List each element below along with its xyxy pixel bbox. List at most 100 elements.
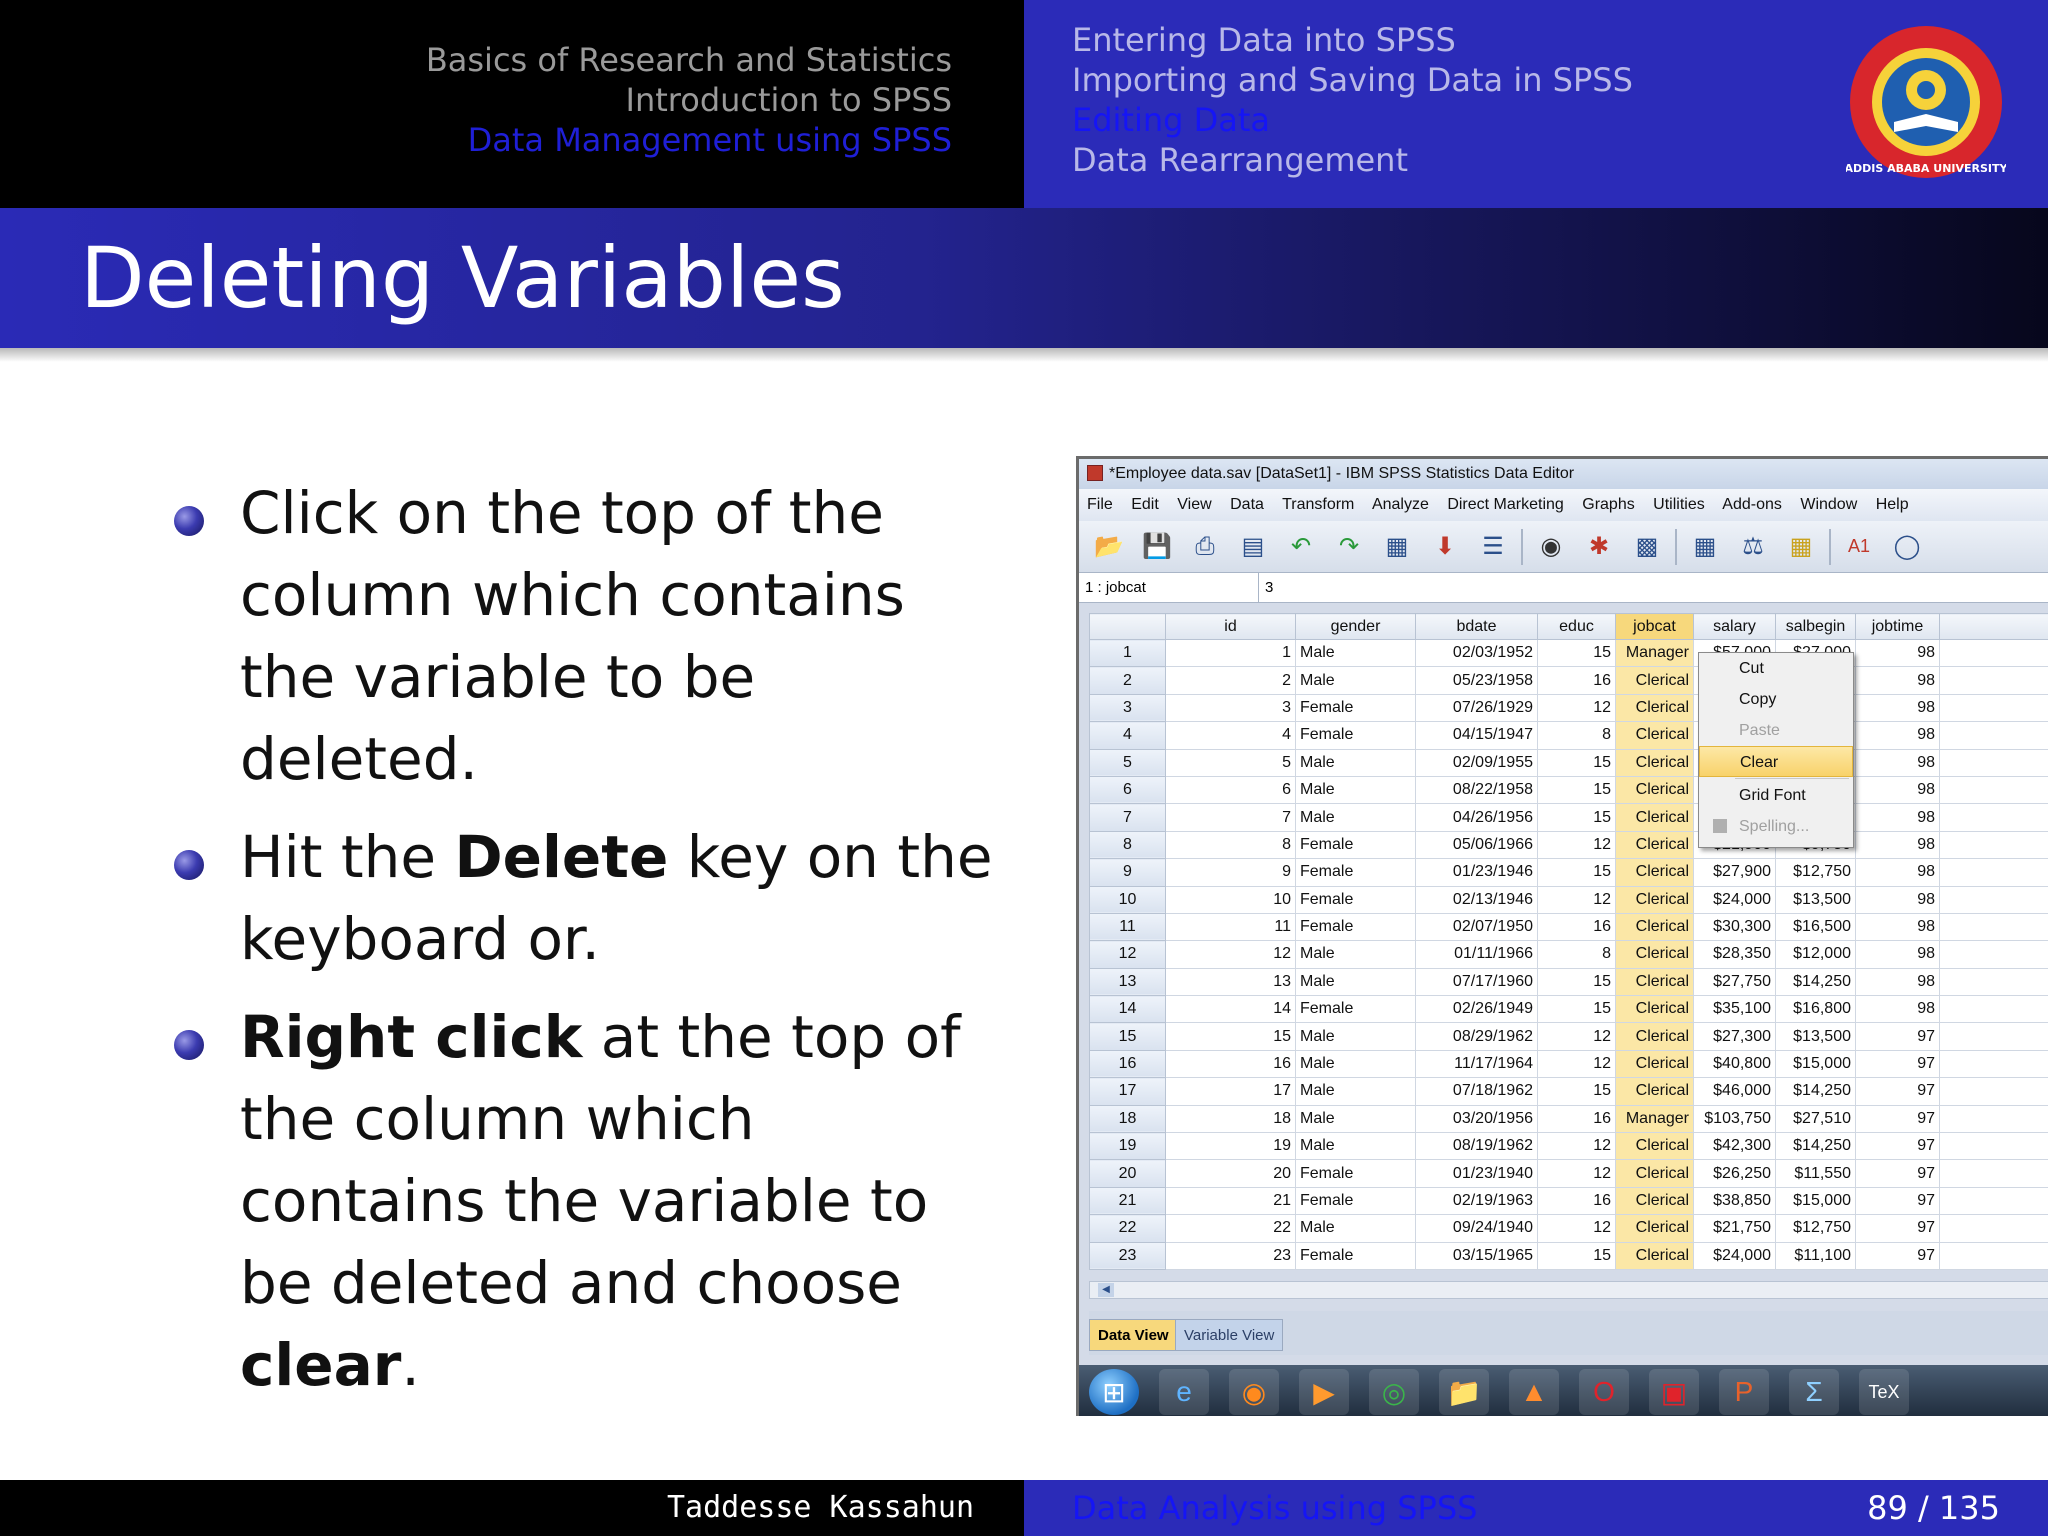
- cell-empty[interactable]: [1939, 967, 2048, 997]
- cell-jobcat[interactable]: Clerical: [1615, 1241, 1694, 1270]
- firefox-icon[interactable]: ◉: [1229, 1369, 1279, 1415]
- cell-bdate[interactable]: 08/29/1962: [1415, 1022, 1538, 1051]
- cell-jobtime[interactable]: 98: [1855, 967, 1940, 997]
- cell-empty[interactable]: [1939, 830, 2048, 860]
- cell-salbegin[interactable]: $16,800: [1775, 995, 1856, 1024]
- cell-id[interactable]: 20: [1165, 1159, 1296, 1188]
- cell-jobcat[interactable]: Clerical: [1615, 995, 1694, 1024]
- cell-empty[interactable]: [1939, 1159, 2048, 1188]
- cell-jobtime[interactable]: 97: [1855, 1049, 1940, 1079]
- cell-gender[interactable]: Female: [1295, 693, 1416, 723]
- cell-educ[interactable]: 12: [1537, 1159, 1616, 1188]
- cell-salary[interactable]: $24,000: [1693, 1241, 1776, 1270]
- cell-bdate[interactable]: 01/23/1946: [1415, 858, 1538, 887]
- cell-jobcat[interactable]: Clerical: [1615, 666, 1694, 695]
- cell-gender[interactable]: Male: [1295, 1049, 1416, 1079]
- context-menu-grid-font[interactable]: Grid Font: [1699, 780, 1853, 811]
- cell-gender[interactable]: Male: [1295, 775, 1416, 805]
- cell-educ[interactable]: 12: [1537, 1049, 1616, 1079]
- menu-view[interactable]: View: [1177, 496, 1211, 513]
- row-number[interactable]: 4: [1089, 721, 1166, 750]
- cell-jobtime[interactable]: 98: [1855, 995, 1940, 1024]
- cell-salbegin[interactable]: $12,750: [1775, 1214, 1856, 1243]
- goto-case-icon[interactable]: ▦: [1377, 527, 1417, 567]
- menu-help[interactable]: Help: [1876, 496, 1909, 513]
- cell-gender[interactable]: Male: [1295, 940, 1416, 969]
- cell-salbegin[interactable]: $15,000: [1775, 1049, 1856, 1079]
- cell-bdate[interactable]: 07/18/1962: [1415, 1077, 1538, 1106]
- cell-salary[interactable]: $103,750: [1693, 1104, 1776, 1134]
- cell-jobcat[interactable]: Manager: [1615, 1104, 1694, 1134]
- column-header-bdate[interactable]: bdate: [1415, 613, 1538, 640]
- tab-variable-view[interactable]: Variable View: [1175, 1319, 1284, 1351]
- cell-educ[interactable]: 12: [1537, 693, 1616, 723]
- cell-id[interactable]: 4: [1165, 721, 1296, 750]
- cell-empty[interactable]: [1939, 721, 2048, 750]
- subsection-nav-item[interactable]: Data Rearrangement: [1072, 140, 1633, 180]
- cell-bdate[interactable]: 11/17/1964: [1415, 1049, 1538, 1079]
- column-header-educ[interactable]: educ: [1537, 613, 1616, 640]
- cell-salbegin[interactable]: $12,000: [1775, 940, 1856, 969]
- open-folder-icon[interactable]: 📂: [1089, 527, 1129, 567]
- cell-bdate[interactable]: 08/22/1958: [1415, 775, 1538, 805]
- cell-id[interactable]: 21: [1165, 1186, 1296, 1216]
- cell-jobcat[interactable]: Clerical: [1615, 1077, 1694, 1106]
- insert-variable-icon[interactable]: ▩: [1627, 527, 1667, 567]
- insert-cases-icon[interactable]: ✱: [1579, 527, 1619, 567]
- row-number[interactable]: 17: [1089, 1077, 1166, 1106]
- row-number[interactable]: 5: [1089, 748, 1166, 777]
- cell-empty[interactable]: [1939, 693, 2048, 723]
- cell-id[interactable]: 2: [1165, 666, 1296, 695]
- cell-educ[interactable]: 15: [1537, 1077, 1616, 1106]
- menu-add-ons[interactable]: Add-ons: [1722, 496, 1782, 513]
- cell-salary[interactable]: $24,000: [1693, 885, 1776, 914]
- opera-icon[interactable]: O: [1579, 1369, 1629, 1415]
- select-cases-icon[interactable]: ▦: [1781, 527, 1821, 567]
- section-nav-item[interactable]: Introduction to SPSS: [426, 80, 952, 120]
- cell-gender[interactable]: Male: [1295, 1022, 1416, 1051]
- cell-salary[interactable]: $38,850: [1693, 1186, 1776, 1216]
- cell-jobtime[interactable]: 97: [1855, 1077, 1940, 1106]
- cell-bdate[interactable]: 01/23/1940: [1415, 1159, 1538, 1188]
- column-header-jobtime[interactable]: jobtime: [1855, 613, 1940, 640]
- print-icon[interactable]: ⎙: [1185, 527, 1225, 567]
- cell-bdate[interactable]: 07/17/1960: [1415, 967, 1538, 997]
- cell-educ[interactable]: 15: [1537, 1241, 1616, 1270]
- cell-gender[interactable]: Female: [1295, 1241, 1416, 1270]
- windows-start-icon[interactable]: ⊞: [1089, 1369, 1139, 1415]
- cell-empty[interactable]: [1939, 940, 2048, 969]
- cell-salary[interactable]: $35,100: [1693, 995, 1776, 1024]
- row-number[interactable]: 3: [1089, 693, 1166, 723]
- chrome-icon[interactable]: ◎: [1369, 1369, 1419, 1415]
- cell-salary[interactable]: $46,000: [1693, 1077, 1776, 1106]
- cell-id[interactable]: 12: [1165, 940, 1296, 969]
- cell-salbegin[interactable]: $14,250: [1775, 967, 1856, 997]
- cell-empty[interactable]: [1939, 666, 2048, 695]
- cell-salary[interactable]: $40,800: [1693, 1049, 1776, 1079]
- use-variable-sets-icon[interactable]: ◯: [1887, 527, 1927, 567]
- cell-jobtime[interactable]: 97: [1855, 1104, 1940, 1134]
- cell-educ[interactable]: 12: [1537, 1022, 1616, 1051]
- column-header-jobcat[interactable]: jobcat: [1615, 613, 1694, 640]
- column-header-salbegin[interactable]: salbegin: [1775, 613, 1856, 640]
- cell-jobcat[interactable]: Clerical: [1615, 940, 1694, 969]
- cell-educ[interactable]: 16: [1537, 912, 1616, 942]
- cell-salbegin[interactable]: $13,500: [1775, 885, 1856, 914]
- cell-gender[interactable]: Male: [1295, 638, 1416, 668]
- cell-jobcat[interactable]: Clerical: [1615, 1132, 1694, 1161]
- cell-salbegin[interactable]: $14,250: [1775, 1077, 1856, 1106]
- powerpoint-icon[interactable]: P: [1719, 1369, 1769, 1415]
- split-file-icon[interactable]: ▦: [1685, 527, 1725, 567]
- cell-id[interactable]: 8: [1165, 830, 1296, 860]
- spss-taskbar-icon[interactable]: Σ: [1789, 1369, 1839, 1415]
- context-menu-copy[interactable]: Copy: [1699, 684, 1853, 715]
- row-number[interactable]: 13: [1089, 967, 1166, 997]
- cell-id[interactable]: 19: [1165, 1132, 1296, 1161]
- cell-gender[interactable]: Male: [1295, 1077, 1416, 1106]
- cell-salary[interactable]: $28,350: [1693, 940, 1776, 969]
- row-number[interactable]: 14: [1089, 995, 1166, 1024]
- cell-gender[interactable]: Male: [1295, 803, 1416, 832]
- row-number[interactable]: 22: [1089, 1214, 1166, 1243]
- cell-bdate[interactable]: 04/15/1947: [1415, 721, 1538, 750]
- cell-jobtime[interactable]: 98: [1855, 721, 1940, 750]
